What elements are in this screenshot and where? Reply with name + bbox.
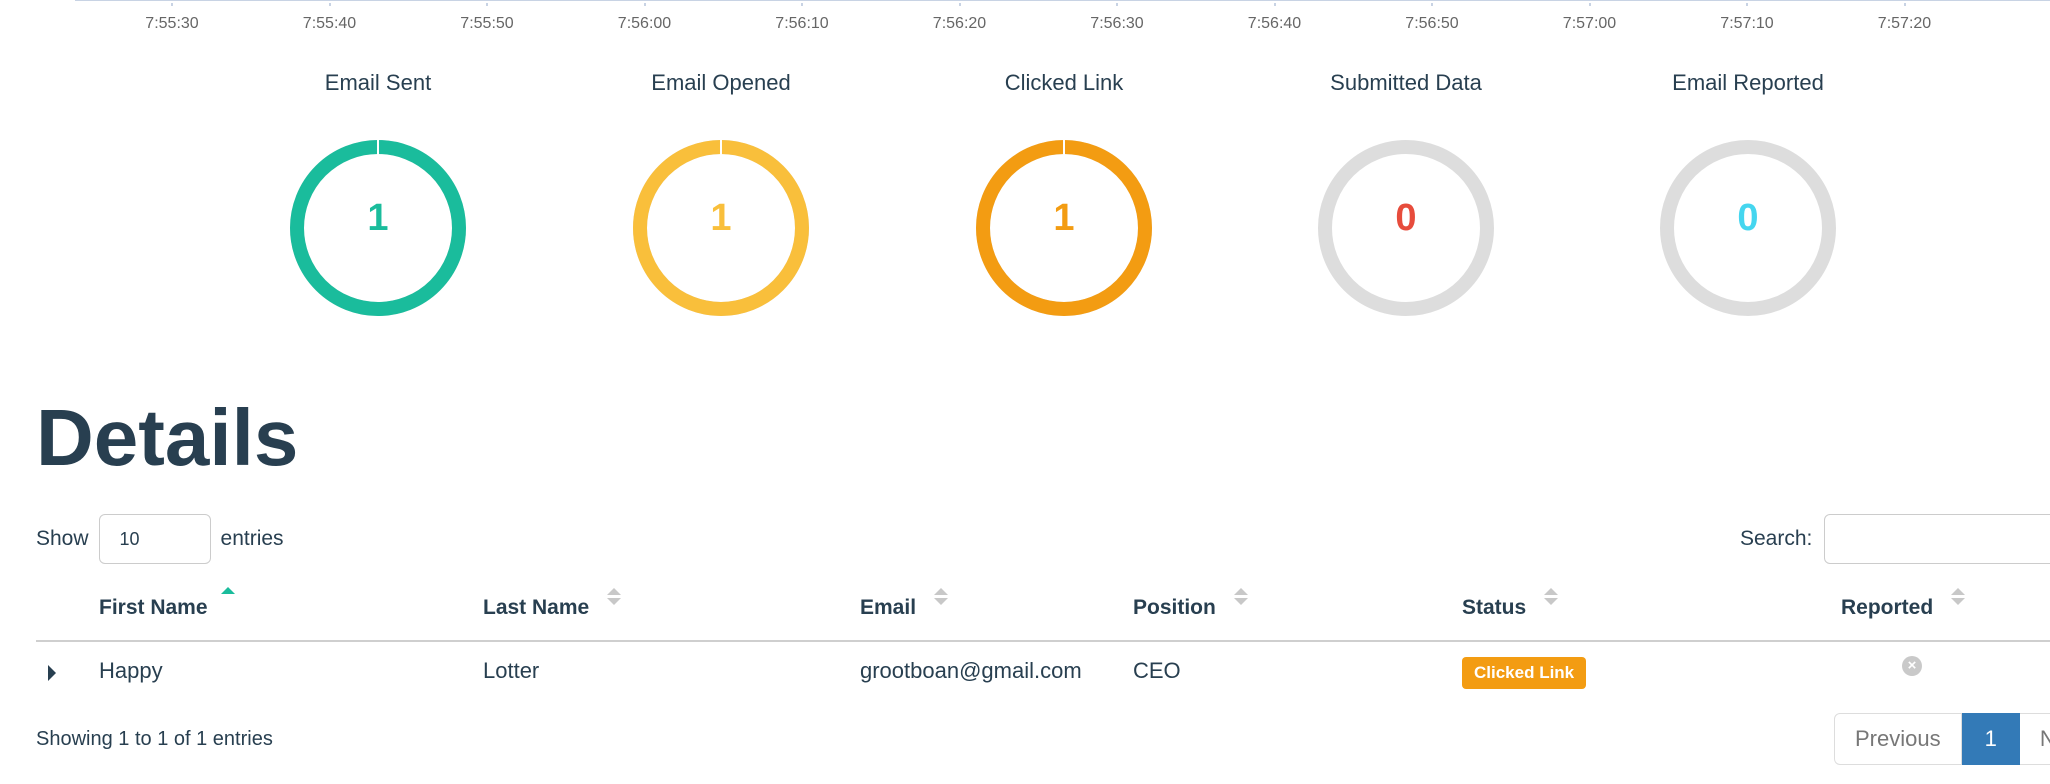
- timeline-tick: [1588, 3, 1591, 6]
- stat-value: 0: [1395, 197, 1417, 239]
- timeline-tick-label: 7:56:10: [775, 15, 829, 32]
- sort-ascending-icon[interactable]: [221, 587, 235, 594]
- timeline-tick-label: 7:56:00: [617, 15, 672, 32]
- stat-email-opened: Email Opened 1: [571, 66, 871, 318]
- timeline-tick: [486, 3, 488, 6]
- stat-value: 1: [1053, 197, 1075, 239]
- column-header-label: Email: [860, 596, 917, 619]
- donut-chart: 1: [631, 138, 811, 318]
- timeline-tick-label: 7:56:20: [932, 15, 987, 32]
- close-circle-icon: ×: [1902, 656, 1922, 676]
- timeline-tick-label: 7:56:50: [1405, 15, 1459, 32]
- column-header-label: Status: [1462, 596, 1527, 619]
- sort-icon: [1544, 588, 1559, 610]
- search-input[interactable]: [1824, 514, 2050, 564]
- sort-icon: [933, 588, 948, 610]
- donut-chart: 1: [288, 138, 468, 318]
- donut-chart: 1: [974, 138, 1154, 318]
- results-table: First Name Last Name Email Position Stat…: [36, 580, 2050, 704]
- page-1-button[interactable]: 1: [1961, 713, 2020, 765]
- stat-title: Email Reported: [1672, 70, 1824, 95]
- column-header-status[interactable]: Status: [1462, 588, 1559, 620]
- table-info: Showing 1 to 1 of 1 entries: [36, 728, 273, 750]
- column-header-position[interactable]: Position: [1133, 588, 1248, 620]
- table-search: Search:: [1740, 514, 2050, 564]
- cell-last-name: Lotter: [483, 658, 540, 683]
- timeline-tick: [1116, 3, 1118, 6]
- entries-length-control: Show 10 entries: [36, 514, 284, 564]
- timeline-axis: 7:55:30 7:55:40 7:55:50 7:56:00 7:56:10 7:56:…: [0, 0, 2050, 40]
- timeline-tick-label: 7:57:20: [1877, 15, 1932, 32]
- timeline-tick-label: 7:55:30: [145, 15, 199, 32]
- sort-icon: [607, 588, 622, 610]
- column-header-label: First Name: [99, 596, 208, 619]
- pagination: Previous 1 Next: [1834, 713, 2050, 765]
- column-header-label: Last Name: [483, 596, 590, 619]
- timeline-tick: [171, 3, 173, 6]
- expand-row-icon[interactable]: [48, 665, 56, 681]
- column-header-first-name[interactable]: First Name: [99, 596, 208, 620]
- page-title: Details: [36, 393, 299, 482]
- stat-title: Email Opened: [651, 70, 791, 95]
- sort-icon: [1951, 588, 1966, 610]
- next-page-button[interactable]: Next: [2019, 713, 2050, 765]
- column-header-label: Position: [1133, 596, 1216, 619]
- stat-email-sent: Email Sent 1: [228, 66, 528, 318]
- stat-value: 1: [710, 197, 732, 239]
- entries-length-select[interactable]: 10: [98, 514, 211, 564]
- timeline-tick-label: 7:57:00: [1562, 15, 1617, 32]
- search-label: Search:: [1740, 527, 1813, 550]
- cell-email: grootboan@gmail.com: [860, 658, 1082, 683]
- donut-chart: 0: [1658, 138, 1838, 318]
- previous-page-button[interactable]: Previous: [1834, 713, 1962, 765]
- timeline-tick: [1431, 3, 1433, 6]
- sort-icon: [1233, 588, 1248, 610]
- timeline-tick: [801, 3, 803, 6]
- timeline-tick: [643, 3, 646, 6]
- timeline-tick: [1273, 3, 1276, 6]
- status-badge: Clicked Link: [1462, 657, 1587, 689]
- timeline-axis-line: [75, 0, 2050, 1]
- stat-value: 0: [1737, 197, 1759, 239]
- column-header-email[interactable]: Email: [860, 588, 948, 620]
- timeline-tick-label: 7:57:10: [1720, 15, 1774, 32]
- column-header-last-name[interactable]: Last Name: [483, 588, 622, 620]
- timeline-tick-label: 7:56:40: [1247, 15, 1302, 32]
- timeline-tick: [1903, 3, 1906, 6]
- stat-submitted-data: Submitted Data 0: [1256, 66, 1556, 318]
- timeline-tick: [328, 3, 331, 6]
- timeline-tick: [958, 3, 961, 6]
- entries-label: entries: [220, 527, 284, 550]
- timeline-tick: [1746, 3, 1748, 6]
- stat-value: 1: [367, 197, 389, 239]
- stat-title: Clicked Link: [1004, 70, 1124, 95]
- timeline-tick-label: 7:55:40: [302, 15, 357, 32]
- table-row[interactable]: Happy Lotter grootboan@gmail.com CEO Cli…: [36, 642, 2050, 704]
- cell-first-name: Happy: [99, 658, 163, 683]
- timeline-tick-label: 7:55:50: [460, 15, 514, 32]
- stat-title: Submitted Data: [1330, 70, 1482, 95]
- column-header-reported[interactable]: Reported: [1841, 588, 1966, 620]
- cell-position: CEO: [1133, 658, 1181, 683]
- donut-chart: 0: [1316, 138, 1496, 318]
- stat-title: Email Sent: [324, 70, 432, 95]
- stat-email-reported: Email Reported 0: [1598, 66, 1898, 318]
- show-label: Show: [36, 527, 89, 550]
- table-header: First Name Last Name Email Position Stat…: [36, 580, 2050, 642]
- column-header-label: Reported: [1841, 596, 1934, 619]
- stat-clicked-link: Clicked Link 1: [914, 66, 1214, 318]
- timeline-tick-label: 7:56:30: [1090, 15, 1144, 32]
